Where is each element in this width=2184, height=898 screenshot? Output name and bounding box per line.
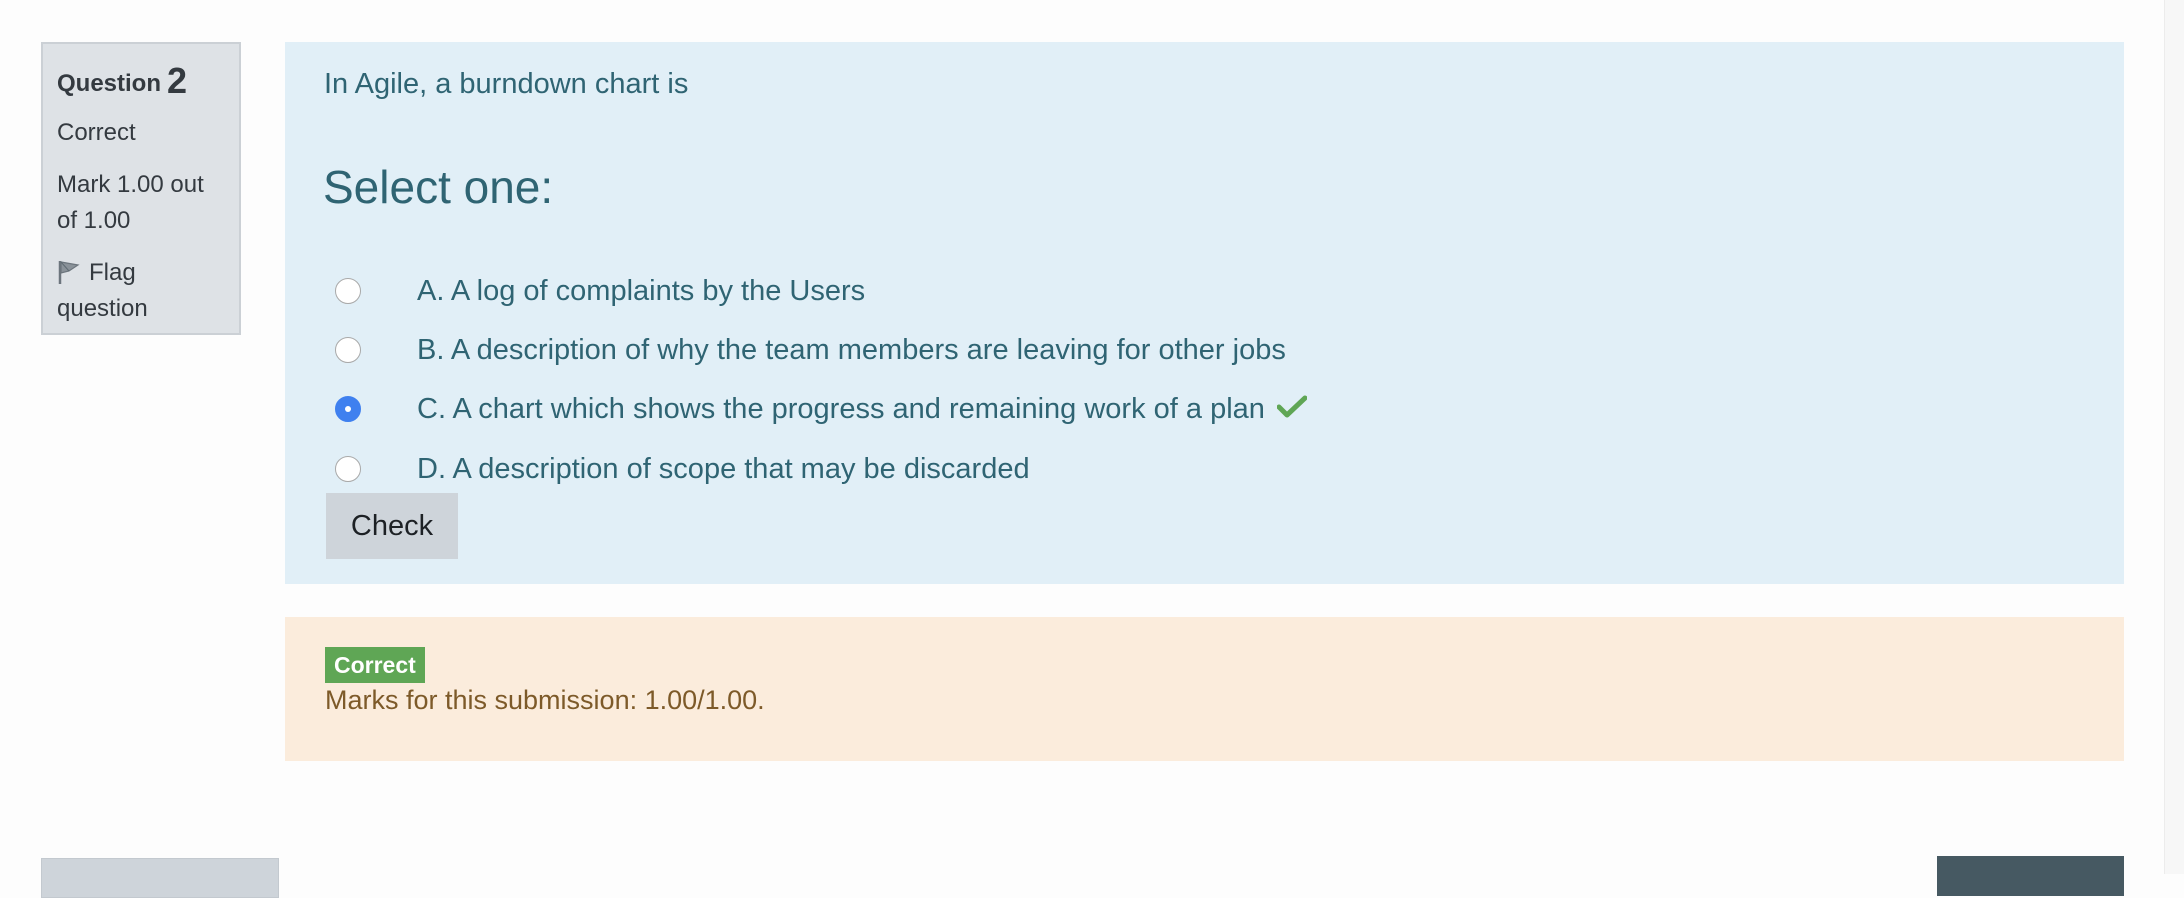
scrollbar[interactable] <box>2164 0 2184 874</box>
flag-question-button[interactable]: Flag question <box>57 255 227 327</box>
option-d[interactable]: D. A description of scope that may be di… <box>335 449 1030 489</box>
option-a-text: A log of complaints by the Users <box>450 274 866 307</box>
option-c[interactable]: C. A chart which shows the progress and … <box>335 389 1308 429</box>
option-c-radio[interactable] <box>335 396 361 422</box>
question-state: Correct <box>57 118 136 146</box>
question-outcome: Correct Marks for this submission: 1.00/… <box>285 617 2124 761</box>
question-number: 2 <box>167 60 188 101</box>
option-b[interactable]: B. A description of why the team members… <box>335 330 1286 370</box>
question-number-heading: Question 2 <box>57 58 227 105</box>
option-a-letter: A. <box>417 274 445 307</box>
option-b-letter: B. <box>417 333 445 366</box>
question-info: Question 2 Correct Mark 1.00 out of 1.00 … <box>41 42 241 335</box>
option-c-label[interactable]: C. A chart which shows the progress and … <box>417 393 1265 426</box>
question-grade: Mark 1.00 out of 1.00 <box>57 170 204 234</box>
option-c-text: A chart which shows the progress and rem… <box>452 392 1265 425</box>
checkmark-icon <box>1276 395 1308 424</box>
question-formulation: In Agile, a burndown chart is Select one… <box>285 42 2124 584</box>
option-c-letter: C. <box>417 392 446 425</box>
option-b-text: A description of why the team members ar… <box>450 333 1286 366</box>
option-d-text: A description of scope that may be disca… <box>452 452 1030 485</box>
question-text: In Agile, a burndown chart is <box>324 68 689 100</box>
next-page-button[interactable] <box>1937 856 2124 896</box>
option-a-label[interactable]: A. A log of complaints by the Users <box>417 275 865 308</box>
option-b-radio[interactable] <box>335 337 361 363</box>
question-label: Question <box>57 70 162 97</box>
option-d-letter: D. <box>417 452 446 485</box>
submission-marks: Marks for this submission: 1.00/1.00. <box>325 685 765 715</box>
select-prompt: Select one: <box>323 161 554 213</box>
previous-page-button[interactable] <box>41 858 279 898</box>
option-a-radio[interactable] <box>335 278 361 304</box>
option-b-label[interactable]: B. A description of why the team members… <box>417 334 1286 367</box>
flag-icon <box>58 260 80 284</box>
option-d-radio[interactable] <box>335 456 361 482</box>
option-d-label[interactable]: D. A description of scope that may be di… <box>417 453 1030 486</box>
correct-badge: Correct <box>325 647 425 683</box>
check-button[interactable]: Check <box>326 493 458 559</box>
option-a[interactable]: A. A log of complaints by the Users <box>335 271 865 311</box>
